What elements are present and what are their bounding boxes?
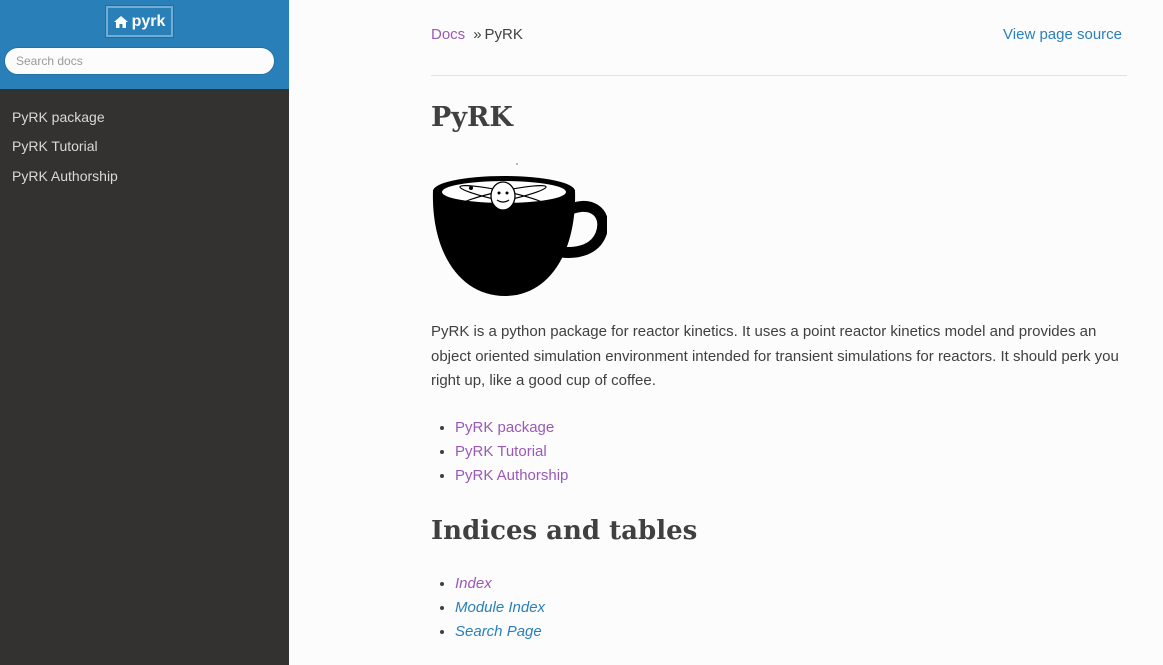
list-item: Module Index [455,596,545,620]
breadcrumb: Docs » PyRK View page source [431,26,1127,48]
intro-paragraph: PyRK is a python package for reactor kin… [431,323,1119,389]
indices-heading: Indices and tables [431,516,698,546]
sidebar: pyrk PyRK package PyRK Tutorial PyRK Aut… [0,0,289,665]
sidebar-item-pyrk-package[interactable]: PyRK package [0,102,289,132]
breadcrumb-docs-link[interactable]: Docs [431,26,465,43]
sidebar-item-pyrk-tutorial[interactable]: PyRK Tutorial [0,132,289,162]
home-label: pyrk [131,12,166,30]
list-item: PyRK package [455,416,568,440]
page-title: PyRK [431,102,513,133]
indices-list: Index Module Index Search Page [431,572,545,644]
breadcrumb-current: PyRK [484,26,523,43]
list-item: PyRK Tutorial [455,440,568,464]
sidebar-nav: PyRK package PyRK Tutorial PyRK Authorsh… [0,102,289,191]
breadcrumb-separator: » [473,26,482,43]
sidebar-header: pyrk [0,0,289,89]
home-link[interactable]: pyrk [105,5,174,38]
header-divider [431,75,1127,76]
toc-link-pyrk-authorship[interactable]: PyRK Authorship [455,467,568,484]
search-page-link[interactable]: Search Page [455,623,542,640]
list-item: Index [455,572,545,596]
toc-list: PyRK package PyRK Tutorial PyRK Authorsh… [431,416,568,488]
toc-link-pyrk-tutorial[interactable]: PyRK Tutorial [455,443,547,460]
list-item: PyRK Authorship [455,464,568,488]
main-content: Docs» PyRK View page source PyRK PyRK is … [431,0,1127,665]
home-icon [113,15,128,28]
search-input[interactable] [4,47,275,75]
view-page-source-link[interactable]: View page source [1003,26,1122,43]
list-item: Search Page [455,620,545,644]
coffee-cup-logo [431,162,609,298]
index-link[interactable]: Index [455,575,492,592]
sidebar-item-pyrk-authorship[interactable]: PyRK Authorship [0,161,289,191]
toc-link-pyrk-package[interactable]: PyRK package [455,419,554,436]
module-index-link[interactable]: Module Index [455,599,545,616]
